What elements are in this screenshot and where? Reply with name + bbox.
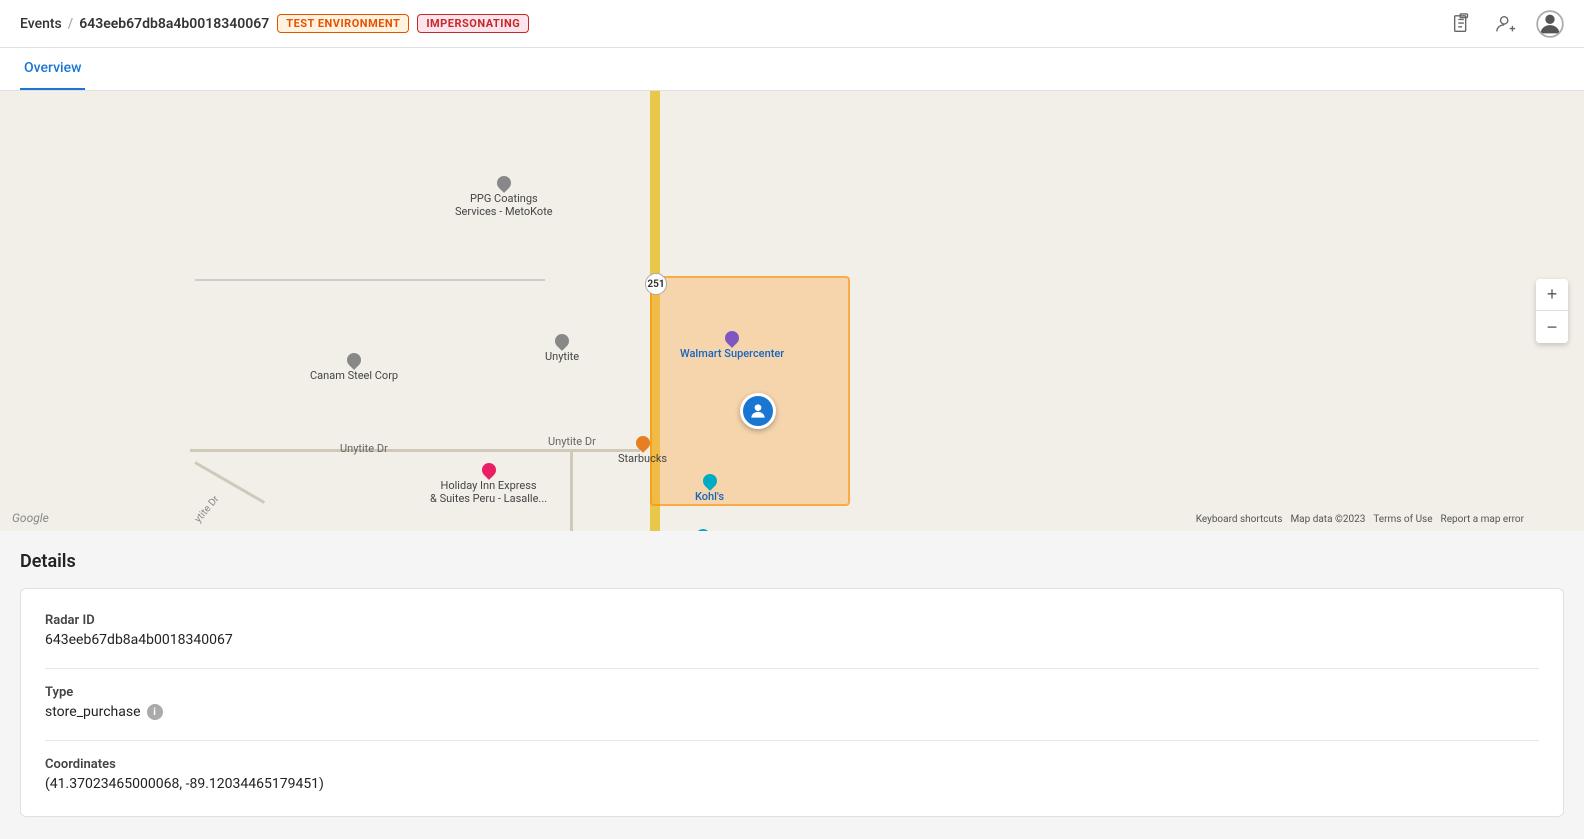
marker-pin-canam xyxy=(344,350,364,370)
details-title: Details xyxy=(20,551,1564,572)
account-icon[interactable] xyxy=(1536,10,1564,38)
road-label: 251 xyxy=(647,279,664,290)
map-container: 251 PPG CoatingsServices - MetoKote Cana… xyxy=(0,91,1584,531)
side-road-v xyxy=(570,449,573,531)
marker-walmart[interactable]: Walmart Supercenter xyxy=(680,331,784,360)
marker-pin-kohls xyxy=(700,471,720,491)
tabs: Overview xyxy=(0,48,1584,91)
breadcrumb-parent[interactable]: Events xyxy=(20,16,62,32)
add-user-icon[interactable] xyxy=(1492,10,1520,38)
coordinates-value: (41.37023465000068, -89.12034465179451) xyxy=(45,776,1539,792)
breadcrumb-sep: / xyxy=(68,16,73,32)
test-environment-badge: TEST ENVIRONMENT xyxy=(277,14,409,33)
terms-of-use-link[interactable]: Terms of Use xyxy=(1373,514,1432,525)
header-left: Events / 643eeb67db8a4b0018340067 TEST E… xyxy=(20,14,529,33)
details-section: Details Radar ID 643eeb67db8a4b001834006… xyxy=(0,531,1584,837)
marker-pin-unytite xyxy=(552,331,572,351)
ytite-dr-label: ytite Dr xyxy=(193,494,222,525)
report-map-error-link[interactable]: Report a map error xyxy=(1441,514,1524,525)
type-info-icon[interactable]: i xyxy=(147,704,163,720)
marker-ppg[interactable]: PPG CoatingsServices - MetoKote xyxy=(455,176,553,218)
map-background[interactable]: 251 PPG CoatingsServices - MetoKote Cana… xyxy=(0,91,1584,531)
marker-canam[interactable]: Canam Steel Corp xyxy=(310,353,398,382)
marker-pin-ppg xyxy=(494,173,514,193)
radar-id-row: Radar ID 643eeb67db8a4b0018340067 xyxy=(45,613,1539,648)
unytite-dr-label: Unytite Dr xyxy=(340,442,388,455)
radar-id-label: Radar ID xyxy=(45,613,1539,628)
marker-pin-petsmart xyxy=(693,526,713,531)
map-attribution: Keyboard shortcuts Map data ©2023 Terms … xyxy=(1196,514,1524,525)
marker-pin-starbucks xyxy=(633,433,653,453)
unytite-dr-label2: Unytite Dr xyxy=(548,435,596,448)
keyboard-shortcuts-link[interactable]: Keyboard shortcuts xyxy=(1196,514,1283,525)
type-label: Type xyxy=(45,685,1539,700)
details-card: Radar ID 643eeb67db8a4b0018340067 Type s… xyxy=(20,588,1564,817)
coordinates-row: Coordinates (41.37023465000068, -89.1203… xyxy=(45,757,1539,792)
marker-holiday-inn[interactable]: Holiday Inn Express& Suites Peru - Lasal… xyxy=(430,463,547,505)
marker-unytite[interactable]: Unytite xyxy=(545,334,579,363)
coordinates-label: Coordinates xyxy=(45,757,1539,772)
tab-overview[interactable]: Overview xyxy=(20,48,85,90)
type-value: store_purchase i xyxy=(45,704,1539,720)
map-data-text: Map data ©2023 xyxy=(1290,514,1365,525)
header: Events / 643eeb67db8a4b0018340067 TEST E… xyxy=(0,0,1584,48)
marker-petsmart[interactable]: PetSmart xyxy=(680,529,727,531)
breadcrumb: Events / 643eeb67db8a4b0018340067 xyxy=(20,16,269,32)
divider-1 xyxy=(45,668,1539,669)
radar-id-value: 643eeb67db8a4b0018340067 xyxy=(45,632,1539,648)
header-right xyxy=(1448,10,1564,38)
divider-2 xyxy=(45,740,1539,741)
impersonating-badge: IMPERSONATING xyxy=(417,14,529,33)
map-zoom-controls: + − xyxy=(1536,279,1568,343)
top-road-h xyxy=(195,279,545,281)
marker-pin-walmart xyxy=(722,328,742,348)
road-badge-251: 251 xyxy=(645,273,667,295)
marker-starbucks[interactable]: Starbucks xyxy=(618,436,667,465)
diagonal-road xyxy=(194,461,265,504)
marker-kohls[interactable]: Kohl's xyxy=(695,474,724,503)
geofence-area xyxy=(650,276,850,506)
google-logo: Google xyxy=(12,511,49,525)
type-row: Type store_purchase i xyxy=(45,685,1539,720)
docs-icon[interactable] xyxy=(1448,10,1476,38)
marker-pin-holiday-inn xyxy=(479,460,499,480)
zoom-out-button[interactable]: − xyxy=(1536,311,1568,343)
zoom-in-button[interactable]: + xyxy=(1536,279,1568,311)
breadcrumb-id: 643eeb67db8a4b0018340067 xyxy=(79,16,269,32)
user-location-marker xyxy=(740,393,776,429)
